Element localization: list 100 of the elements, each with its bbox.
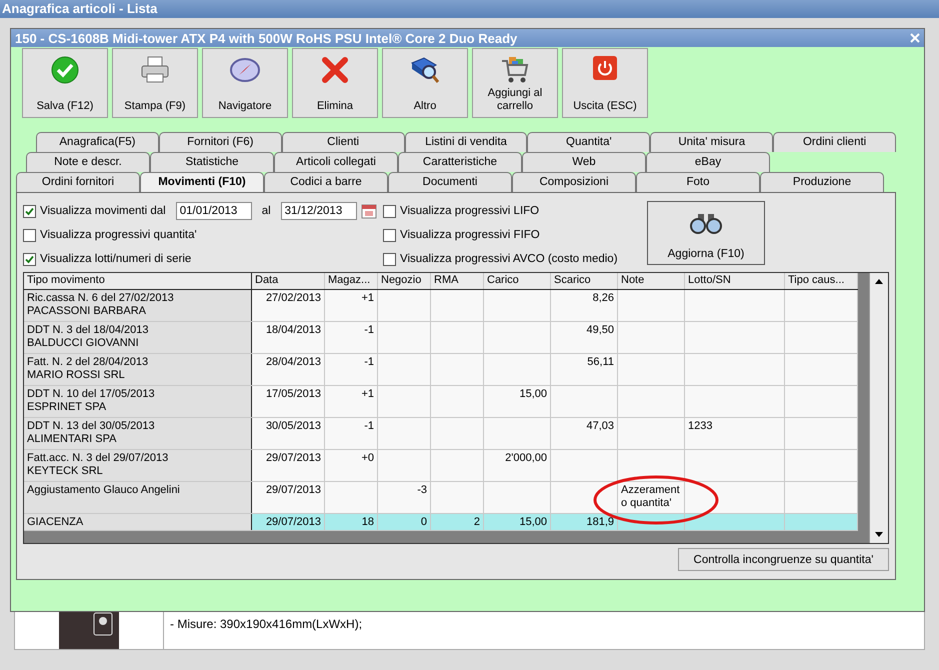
tab[interactable]: Clienti [282,132,405,152]
table-cell: 49,50 [551,322,618,353]
window-title: Anagrafica articoli - Lista [0,0,939,18]
tab[interactable]: Documenti [388,172,512,192]
tab[interactable]: Caratteristiche [398,152,522,172]
checkbox[interactable] [23,252,36,266]
table-cell: -3 [378,482,431,513]
table-cell: 2 [431,514,484,530]
checkbox-label: Visualizza movimenti dal [40,205,166,217]
date-field[interactable]: 31/12/2013 [280,202,357,220]
column-header[interactable]: Scarico [551,273,618,289]
toolbar-button[interactable]: Aggiungi al carrello [472,48,558,118]
book-magnifier-icon [409,55,441,85]
tab[interactable]: Ordini clienti [773,132,896,152]
table-cell: GIACENZA [24,514,252,530]
tab[interactable]: eBay [646,152,770,172]
table-cell: 2'000,00 [484,450,551,481]
tab[interactable]: Anagrafica(F5) [36,132,159,152]
table-cell: 28/04/2013 [252,354,325,385]
table-cell: DDT N. 10 del 17/05/2013 ESPRINET SPA [24,386,252,417]
table-cell: 29/07/2013 [252,450,325,481]
tab[interactable]: Unita' misura [650,132,774,152]
table-cell: 8,26 [551,290,618,321]
scroll-down-icon[interactable] [874,531,884,539]
table-cell: +0 [325,450,378,481]
toolbar-button[interactable]: Uscita (ESC) [562,48,648,118]
check-quantity-button[interactable]: Controlla incongruenze su quantita' [678,548,889,571]
date-field[interactable]: 01/01/2013 [176,202,252,220]
table-cell: Fatt. N. 2 del 28/04/2013 MARIO ROSSI SRL [24,354,252,385]
tab[interactable]: Produzione [760,172,884,192]
checkbox-label: Visualizza lotti/numeri di serie [40,253,192,265]
table-cell: 27/02/2013 [252,290,325,321]
scroll-up-icon[interactable] [874,277,884,285]
checkbox-label: Visualizza progressivi FIFO [400,229,540,241]
column-header[interactable]: RMA [431,273,484,289]
column-header[interactable]: Tipo caus... [785,273,858,289]
checkbox-label: Visualizza progressivi AVCO (costo medio) [400,253,618,265]
table-cell: 29/07/2013 [252,514,325,530]
tab[interactable]: Listini di vendita [404,132,528,152]
toolbar-button[interactable]: Elimina [292,48,378,118]
checkbox[interactable] [23,204,36,218]
column-header[interactable]: Carico [484,273,551,289]
table-cell: 47,03 [551,418,618,449]
table-cell: -1 [325,354,378,385]
checkbox[interactable] [383,252,396,266]
power-icon [592,55,618,81]
checkbox[interactable] [23,228,36,242]
table-cell: DDT N. 13 del 30/05/2013 ALIMENTARI SPA [24,418,252,449]
refresh-button[interactable]: Aggiorna (F10) [647,201,765,265]
table-cell: DDT N. 3 del 18/04/2013 BALDUCCI GIOVANNI [24,322,252,353]
compass-icon [229,55,261,85]
table-cell: 18 [325,514,378,530]
checkbox[interactable] [383,204,396,218]
close-icon[interactable] [910,33,920,43]
column-header[interactable]: Tipo movimento [24,273,252,289]
column-header[interactable]: Lotto/SN [685,273,785,289]
checkbox-label: Visualizza progressivi LIFO [400,205,540,217]
toolbar-button[interactable]: Stampa (F9) [112,48,198,118]
table-cell: +1 [325,386,378,417]
tab[interactable]: Quantita' [527,132,650,152]
tab[interactable]: Foto [636,172,760,192]
column-header[interactable]: Data [252,273,325,289]
checkbox[interactable] [383,228,396,242]
column-header[interactable]: Negozio [378,273,431,289]
tab[interactable]: Statistiche [150,152,274,172]
dialog-title: 150 - CS-1608B Midi-tower ATX P4 with 500W RoHS PSU Intel® Core 2 Duo Ready [15,30,518,46]
tab[interactable]: Codici a barre [264,172,388,192]
table-cell: 181,9 [551,514,618,530]
table-cell: 56,11 [551,354,618,385]
table-cell: 17/05/2013 [252,386,325,417]
tab[interactable]: Articoli collegati [274,152,398,172]
date-separator: al [262,205,271,217]
calendar-icon[interactable] [360,203,377,219]
description-line: - Misure: 390x190x416mm(LxWxH); [170,617,364,631]
table-cell: +1 [325,290,378,321]
table-cell: 0 [378,514,431,530]
tab[interactable]: Note e descr. [26,152,150,172]
table-cell: -1 [325,418,378,449]
table-cell: Fatt.acc. N. 3 del 29/07/2013 KEYTECK SRL [24,450,252,481]
table-cell: 30/05/2013 [252,418,325,449]
column-header[interactable]: Note [618,273,685,289]
table-cell: Ric.cassa N. 6 del 27/02/2013 PACASSONI BARBARA [24,290,252,321]
toolbar-button[interactable]: Navigatore [202,48,288,118]
tab[interactable]: Movimenti (F10) [140,172,264,192]
toolbar-button[interactable]: Altro [382,48,468,118]
table-cell: Aggiustamento Glauco Angelini [24,482,252,513]
table-cell: 29/07/2013 [252,482,325,513]
tab[interactable]: Ordini fornitori [16,172,140,192]
table-cell: 18/04/2013 [252,322,325,353]
table-cell: -1 [325,322,378,353]
printer-icon [139,55,171,85]
tab[interactable]: Composizioni [512,172,636,192]
tab[interactable]: Fornitori (F6) [158,132,282,152]
toolbar-button[interactable]: Salva (F12) [22,48,108,118]
table-cell: 15,00 [484,386,551,417]
table-cell: 1233 [685,418,785,449]
binoculars-icon [688,212,724,234]
column-header[interactable]: Magaz... [325,273,378,289]
scrollbar[interactable] [869,273,888,543]
tab[interactable]: Web [522,152,646,172]
